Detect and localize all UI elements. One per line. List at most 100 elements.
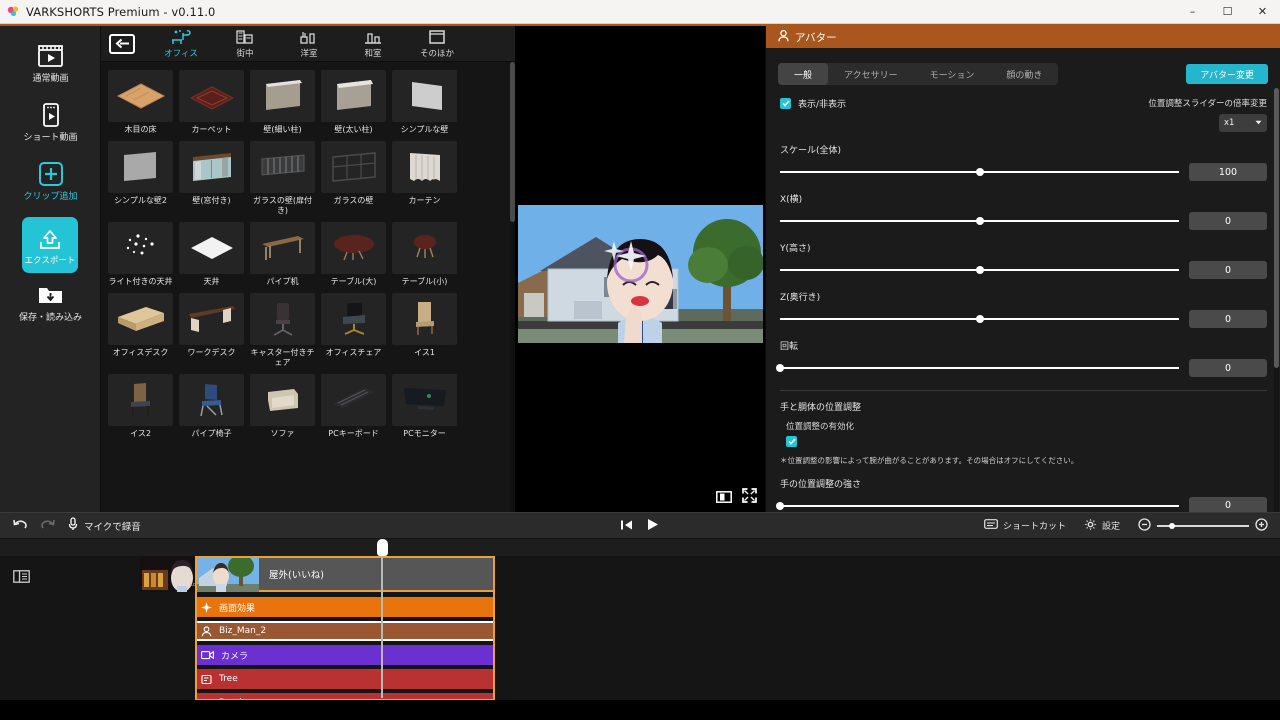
asset-label: 壁(窓付き) [178, 196, 246, 206]
asset-item[interactable]: ライト付きの天井 [108, 222, 173, 287]
slider-track[interactable] [780, 314, 1179, 324]
shortcut-button[interactable]: ショートカット [984, 519, 1066, 532]
sidebar-item-label: 通常動画 [32, 75, 68, 85]
slider-track[interactable] [780, 501, 1179, 511]
sidebar-item-save-load[interactable]: 保存・読み込み [0, 279, 101, 337]
redo-icon[interactable] [40, 516, 56, 535]
back-arrow-icon[interactable] [109, 34, 135, 54]
visibility-checkbox[interactable] [780, 98, 791, 109]
asset-item[interactable]: イス1 [392, 293, 457, 368]
asset-thumbnail [250, 141, 315, 193]
sidebar-item-add-clip[interactable]: クリップ追加 [0, 158, 101, 216]
asset-category-other[interactable]: そのほか [407, 27, 467, 61]
asset-item[interactable]: シンプルな壁 [392, 70, 457, 135]
asset-item[interactable]: ガラスの壁 [321, 141, 386, 216]
slider-value[interactable]: 0 [1189, 310, 1267, 328]
transform-slider-list: スケール(全体)100X(横)0Y(高さ)0Z(奥行き)0回転0 [780, 143, 1267, 377]
record-mic-button[interactable]: マイクで録音 [68, 517, 141, 534]
asset-category-japanese-room[interactable]: 和室 [343, 27, 403, 61]
slider-track[interactable] [780, 167, 1179, 177]
asset-item[interactable]: 壁(細い柱) [250, 70, 315, 135]
close-icon[interactable]: ✕ [1245, 0, 1280, 24]
timeline-track[interactable]: Tree [195, 669, 495, 689]
tab-motion[interactable]: モーション [914, 63, 991, 85]
timeline-ruler[interactable] [0, 539, 1280, 556]
asset-item[interactable]: パイプ机 [250, 222, 315, 287]
asset-category-office[interactable]: オフィス [151, 27, 211, 61]
slider-track[interactable] [780, 363, 1179, 373]
change-avatar-button[interactable]: アバター変更 [1186, 64, 1268, 84]
slider-value[interactable]: 0 [1189, 359, 1267, 377]
asset-item[interactable]: キャスター付きチェア [250, 293, 315, 368]
asset-thumbnail [108, 141, 173, 193]
play-icon[interactable] [647, 516, 659, 535]
asset-item[interactable]: PCキーボード [321, 374, 386, 439]
tab-accessory[interactable]: アクセサリー [828, 63, 914, 85]
slider-value[interactable]: 0 [1189, 261, 1267, 279]
hand-enable-label: 位置調整の有効化 [786, 420, 1267, 432]
asset-item[interactable]: PCモニター [392, 374, 457, 439]
tab-general[interactable]: 一般 [778, 63, 828, 85]
asset-item[interactable]: 壁(太い柱) [321, 70, 386, 135]
aspect-ratio-icon[interactable] [716, 488, 732, 507]
timeline-clip[interactable]: 2 屋外(いいね) [195, 556, 495, 592]
asset-item[interactable]: パイプ椅子 [179, 374, 244, 439]
maximize-icon[interactable]: ☐ [1210, 0, 1245, 24]
preview-video [518, 205, 763, 343]
asset-category-city[interactable]: 街中 [215, 27, 275, 61]
asset-grid: 木目の床カーペット壁(細い柱)壁(太い柱)シンプルな壁シンプルな壁2 壁(窓付き)… [101, 62, 515, 512]
asset-item[interactable]: 壁(窓付き) [179, 141, 244, 216]
asset-item[interactable]: オフィスチェア [321, 293, 386, 368]
asset-item[interactable]: カーペット [179, 70, 244, 135]
asset-item[interactable]: カーテン [392, 141, 457, 216]
asset-category-western-room[interactable]: 洋室 [279, 27, 339, 61]
timeline-track[interactable]: 画面効果 [195, 597, 495, 617]
asset-item[interactable]: ガラスの壁(扉付き) [250, 141, 315, 216]
hand-enable-checkbox[interactable] [786, 436, 797, 447]
asset-item[interactable]: シンプルな壁2 [108, 141, 173, 216]
asset-category-tabs: オフィス 街中 洋室 [101, 26, 515, 62]
japanese-room-icon [362, 28, 384, 46]
western-room-icon [298, 28, 320, 46]
zoom-out-icon[interactable] [1138, 516, 1151, 535]
track-label: Biz_Man_2 [219, 626, 266, 636]
asset-item[interactable]: イス2 [108, 374, 173, 439]
tab-face-movement[interactable]: 顔の動き [990, 63, 1058, 85]
sidebar-item-label: エクスポート [25, 257, 76, 266]
gear-icon [1084, 518, 1097, 534]
slider-value[interactable]: 100 [1189, 163, 1267, 181]
slider-label: 手の位置調整の強さ [780, 477, 1267, 490]
sidebar-item-short-video[interactable]: ショート動画 [0, 99, 101, 157]
undo-icon[interactable] [12, 516, 28, 535]
slider-value[interactable]: 0 [1189, 497, 1267, 512]
track-layout-icon[interactable] [13, 568, 30, 587]
timeline-track[interactable]: カメラ [195, 645, 495, 665]
timeline-track[interactable]: Biz_Man_2 [195, 621, 495, 641]
asset-item[interactable]: テーブル(小) [392, 222, 457, 287]
sidebar-item-export[interactable]: エクスポート [22, 217, 78, 273]
playhead-handle-icon[interactable] [377, 539, 388, 556]
skip-to-start-icon[interactable] [620, 516, 633, 535]
minimize-icon[interactable]: – [1175, 0, 1210, 24]
inspector-scrollbar[interactable] [1274, 88, 1279, 512]
slider-value[interactable]: 0 [1189, 212, 1267, 230]
fullscreen-icon[interactable] [742, 488, 757, 507]
sidebar: 通常動画 ショート動画 [0, 26, 101, 512]
asset-item[interactable]: 天井 [179, 222, 244, 287]
settings-button[interactable]: 設定 [1084, 518, 1120, 534]
asset-thumbnail [179, 222, 244, 274]
slider-track[interactable] [780, 216, 1179, 226]
asset-item[interactable]: オフィスデスク [108, 293, 173, 368]
asset-label: PCキーボード [320, 429, 388, 439]
keyboard-shortcut-icon [984, 519, 998, 532]
slider-track[interactable] [780, 265, 1179, 275]
zoom-slider[interactable] [1157, 521, 1249, 531]
plus-square-icon [38, 158, 64, 190]
asset-item[interactable]: ワークデスク [179, 293, 244, 368]
asset-item[interactable]: 木目の床 [108, 70, 173, 135]
asset-item[interactable]: テーブル(大) [321, 222, 386, 287]
sidebar-item-normal-video[interactable]: 通常動画 [0, 40, 101, 98]
zoom-in-icon[interactable] [1255, 516, 1268, 535]
slider-scale-select[interactable]: x1 [1219, 114, 1267, 132]
asset-item[interactable]: ソファ [250, 374, 315, 439]
